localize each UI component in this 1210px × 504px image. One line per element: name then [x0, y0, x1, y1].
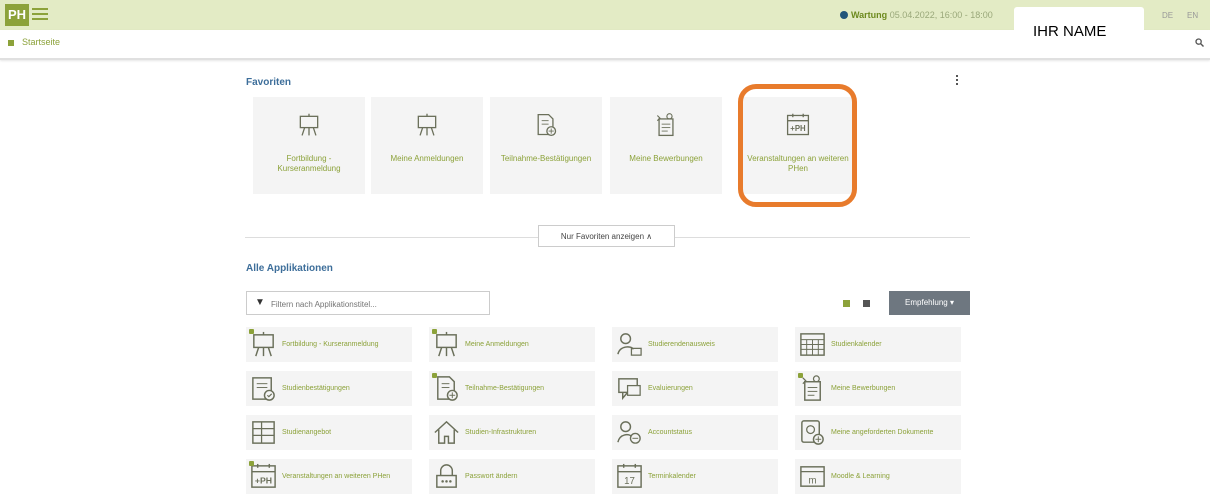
- app-label: Meine angeforderten Dokumente: [831, 428, 934, 436]
- app-tile[interactable]: Meine Bewerbungen: [795, 371, 961, 406]
- app-label: Meine Bewerbungen: [831, 384, 896, 392]
- app-tile[interactable]: Meine angeforderten Dokumente: [795, 415, 961, 450]
- app-tile[interactable]: Studienkalender: [795, 327, 961, 362]
- filter-input[interactable]: [269, 295, 483, 313]
- favorite-marker-icon[interactable]: [249, 329, 254, 334]
- app-tile[interactable]: Meine Anmeldungen: [429, 327, 595, 362]
- favorite-tile[interactable]: Teilnahme-Bestätigungen: [490, 97, 602, 194]
- app-tile[interactable]: m Moodle & Learning: [795, 459, 961, 494]
- favorites-title: Favoriten: [246, 77, 292, 88]
- info-icon: [840, 11, 848, 19]
- app-label: Moodle & Learning: [831, 472, 890, 480]
- maintenance-label: Wartung: [851, 10, 888, 20]
- favorite-label: Fortbildung - Kurseranmeldung: [277, 154, 341, 173]
- app-tile[interactable]: Passwort ändern: [429, 459, 595, 494]
- app-label: Evaluierungen: [648, 384, 693, 392]
- favorite-marker-icon[interactable]: [249, 461, 254, 466]
- favorite-marker-icon[interactable]: [798, 373, 803, 378]
- list-view-icon[interactable]: [863, 300, 870, 307]
- lang-de[interactable]: DE: [1162, 11, 1173, 20]
- app-label: Terminkalender: [648, 472, 696, 480]
- app-label: Accountstatus: [648, 428, 692, 436]
- filter-icon: ▼: [255, 297, 265, 308]
- maintenance-time: 05.04.2022, 16:00 - 18:00: [889, 10, 993, 20]
- app-label: Passwort ändern: [465, 472, 518, 480]
- sort-button[interactable]: Empfehlung ▾: [889, 291, 970, 315]
- app-tile[interactable]: Studienbestätigungen: [246, 371, 412, 406]
- app-label: Veranstaltungen an weiteren PHen: [282, 472, 391, 480]
- favorite-label: Meine Anmeldungen: [390, 154, 464, 163]
- app-label: Meine Anmeldungen: [465, 340, 529, 348]
- ph-logo[interactable]: PH: [5, 4, 49, 26]
- app-tile[interactable]: Studien-Infrastrukturen: [429, 415, 595, 450]
- svg-text:+PH: +PH: [255, 475, 272, 485]
- app-tile[interactable]: Studierendenausweis: [612, 327, 778, 362]
- user-name-box[interactable]: IHR NAME: [1014, 7, 1144, 51]
- search-icon[interactable]: [1195, 38, 1204, 50]
- grid-view-icon[interactable]: [843, 300, 850, 307]
- home-icon[interactable]: [8, 40, 14, 46]
- app-label: Fortbildung - Kurseranmeldung: [282, 340, 379, 348]
- more-options-icon[interactable]: [956, 75, 959, 87]
- app-tile[interactable]: +PH Veranstaltungen an weiteren PHen: [246, 459, 412, 494]
- app-tile[interactable]: Accountstatus: [612, 415, 778, 450]
- app-label: Studienangebot: [282, 428, 332, 436]
- app-label: Teilnahme-Bestätigungen: [465, 384, 544, 392]
- favorite-tile[interactable]: Meine Anmeldungen: [371, 97, 483, 194]
- logo-lines: [32, 8, 48, 23]
- app-tile[interactable]: Studienangebot: [246, 415, 412, 450]
- favorite-tile[interactable]: Fortbildung - Kurseranmeldung: [253, 97, 365, 194]
- logo-mark: PH: [5, 4, 29, 26]
- favorites-only-toggle[interactable]: Nur Favoriten anzeigen ∧: [538, 225, 675, 247]
- app-tile[interactable]: Evaluierungen: [612, 371, 778, 406]
- highlight-frame: [738, 84, 857, 207]
- favorite-label: Teilnahme-Bestätigungen: [500, 154, 592, 163]
- app-tile[interactable]: Teilnahme-Bestätigungen: [429, 371, 595, 406]
- app-label: Studierendenausweis: [648, 340, 715, 348]
- favorite-label: Meine Bewerbungen: [629, 154, 703, 163]
- user-name: IHR NAME: [1033, 23, 1107, 40]
- app-filter[interactable]: ▼: [246, 291, 490, 315]
- breadcrumb-home[interactable]: Startseite: [22, 37, 60, 47]
- app-label: Studienbestätigungen: [282, 384, 350, 392]
- lang-en[interactable]: EN: [1187, 11, 1198, 20]
- maintenance-notice[interactable]: Wartung 05.04.2022, 16:00 - 18:00: [840, 10, 993, 20]
- favorite-marker-icon[interactable]: [432, 329, 437, 334]
- favorite-tile[interactable]: Meine Bewerbungen: [610, 97, 722, 194]
- favorite-marker-icon[interactable]: [432, 373, 437, 378]
- svg-text:m: m: [808, 475, 816, 486]
- app-tile[interactable]: 17 Terminkalender: [612, 459, 778, 494]
- svg-text:17: 17: [624, 476, 635, 487]
- app-label: Studienkalender: [831, 340, 882, 348]
- app-label: Studien-Infrastrukturen: [465, 428, 537, 436]
- app-tile[interactable]: Fortbildung - Kurseranmeldung: [246, 327, 412, 362]
- all-apps-title: Alle Applikationen: [246, 263, 333, 274]
